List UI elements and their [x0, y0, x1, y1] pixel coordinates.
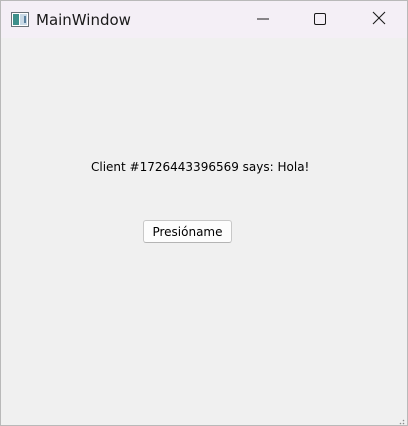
maximize-icon: [314, 10, 326, 29]
main-window: MainWindow Client #1726443396569 says: H…: [0, 0, 408, 426]
maximize-button[interactable]: [292, 1, 348, 38]
message-label: Client #1726443396569 says: Hola!: [91, 160, 310, 174]
app-window-icon: [11, 12, 29, 27]
minimize-button[interactable]: [235, 1, 291, 38]
close-icon: [372, 10, 386, 29]
close-button[interactable]: [351, 1, 407, 38]
central-widget: Client #1726443396569 says: Hola! Presió…: [1, 38, 407, 425]
presioname-button[interactable]: Presióname: [143, 220, 232, 243]
window-title: MainWindow: [36, 11, 131, 29]
size-grip-icon[interactable]: [395, 413, 405, 425]
title-bar[interactable]: MainWindow: [1, 1, 407, 38]
minimize-icon: [257, 10, 269, 29]
